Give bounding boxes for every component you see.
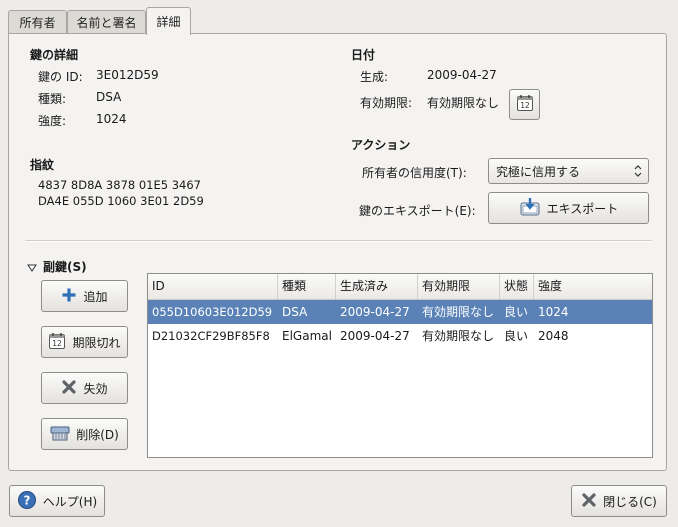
- export-icon: [519, 197, 541, 220]
- calendar-icon: 12: [48, 332, 66, 353]
- svg-text:?: ?: [23, 493, 30, 507]
- help-icon: ?: [17, 490, 37, 513]
- subkeys-table-header: ID 種類 生成済み 有効期限 状態 強度: [148, 274, 652, 300]
- export-button[interactable]: エキスポート: [488, 192, 649, 224]
- expires-label: 有効期限:: [360, 96, 413, 110]
- triangle-down-icon: [27, 261, 37, 275]
- cell-created: 2009-04-27: [340, 305, 410, 319]
- expire-subkey-button[interactable]: 12 期限切れ: [41, 326, 128, 358]
- cell-strength: 2048: [538, 329, 569, 343]
- plus-icon: [61, 287, 77, 306]
- table-row[interactable]: D21032CF29BF85F8 ElGamal 2009-04-27 有効期限…: [148, 324, 652, 348]
- table-row[interactable]: 055D10603E012D59 DSA 2009-04-27 有効期限なし 良…: [148, 300, 652, 324]
- close-icon: [581, 492, 597, 511]
- cell-type: ElGamal: [282, 329, 332, 343]
- cell-status: 良い: [504, 305, 529, 319]
- section-separator: [25, 240, 652, 242]
- actions-heading: アクション: [351, 138, 411, 152]
- expires-value: 有効期限なし: [427, 96, 500, 110]
- created-value: 2009-04-27: [427, 68, 497, 82]
- cell-created: 2009-04-27: [340, 329, 410, 343]
- cell-status: 良い: [504, 329, 529, 343]
- svg-text:12: 12: [53, 339, 63, 348]
- created-label: 生成:: [360, 70, 389, 84]
- cell-expires: 有効期限なし: [422, 305, 495, 319]
- close-button[interactable]: 閉じる(C): [571, 485, 667, 517]
- combo-arrows-icon: [633, 163, 643, 179]
- column-header-strength[interactable]: 強度: [534, 274, 652, 299]
- tab-names-signatures[interactable]: 名前と署名: [67, 10, 146, 34]
- key-id-label: 鍵の ID:: [38, 70, 83, 84]
- cell-strength: 1024: [538, 305, 569, 319]
- help-button[interactable]: ? ヘルプ(H): [9, 485, 105, 517]
- add-subkey-button[interactable]: 追加: [41, 280, 128, 312]
- delete-subkey-button[interactable]: 削除(D): [41, 418, 128, 450]
- cell-type: DSA: [282, 305, 308, 319]
- owner-trust-select[interactable]: 究極に信用する: [488, 158, 649, 184]
- tab-details[interactable]: 詳細: [146, 7, 191, 35]
- x-icon: [61, 379, 77, 398]
- export-label: 鍵のエキスポート(E):: [359, 204, 476, 218]
- calendar-icon: 12: [516, 94, 534, 115]
- cell-expires: 有効期限なし: [422, 329, 495, 343]
- svg-text:12: 12: [520, 101, 530, 110]
- trash-icon: [50, 425, 70, 444]
- key-type-label: 種類:: [38, 92, 67, 106]
- column-header-id[interactable]: ID: [148, 274, 278, 299]
- cell-id: D21032CF29BF85F8: [152, 329, 270, 343]
- key-type-value: DSA: [96, 90, 122, 104]
- cell-id: 055D10603E012D59: [152, 305, 273, 319]
- tab-owner[interactable]: 所有者: [8, 10, 67, 34]
- dates-heading: 日付: [351, 48, 376, 62]
- key-strength-label: 強度:: [38, 114, 67, 128]
- subkeys-heading: 副鍵(S): [43, 260, 87, 274]
- trust-label: 所有者の信用度(T):: [362, 166, 467, 180]
- column-header-expires[interactable]: 有効期限: [418, 274, 500, 299]
- fingerprint-line-2: DA4E 055D 1060 3E01 2D59: [38, 194, 204, 208]
- fingerprint-heading: 指紋: [30, 158, 55, 172]
- fingerprint-line-1: 4837 8D8A 3878 01E5 3467: [38, 178, 201, 192]
- key-id-value: 3E012D59: [96, 68, 159, 82]
- subkeys-table[interactable]: ID 種類 生成済み 有効期限 状態 強度 055D10603E012D59 D…: [147, 273, 653, 458]
- column-header-type[interactable]: 種類: [278, 274, 336, 299]
- expiry-date-button[interactable]: 12: [509, 89, 540, 120]
- key-strength-value: 1024: [96, 112, 127, 126]
- key-details-heading: 鍵の詳細: [30, 48, 79, 62]
- revoke-subkey-button[interactable]: 失効: [41, 372, 128, 404]
- column-header-created[interactable]: 生成済み: [336, 274, 418, 299]
- column-header-status[interactable]: 状態: [500, 274, 534, 299]
